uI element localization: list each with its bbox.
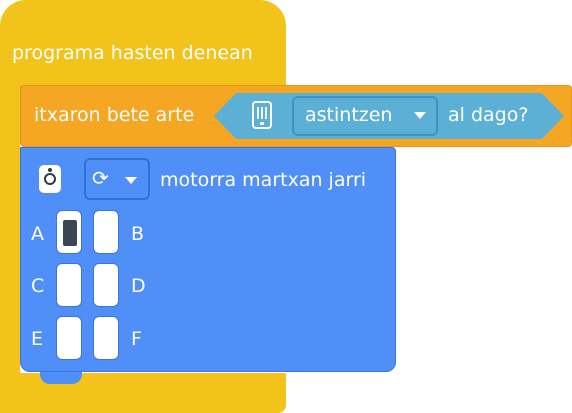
brain-device-icon: [252, 101, 272, 129]
wait-until-label: itxaron bete arte: [34, 104, 195, 126]
chevron-down-icon: [414, 112, 426, 119]
event-block-label: programa hasten denean: [12, 42, 253, 64]
port-label-d: D: [131, 275, 146, 297]
port-label-e: E: [31, 328, 44, 350]
condition-suffix: al dago?: [448, 104, 529, 126]
port-a-toggle[interactable]: [56, 210, 82, 254]
motor-action-label: motorra martxan jarri: [160, 169, 367, 191]
port-f-toggle[interactable]: [93, 316, 119, 360]
port-d-toggle[interactable]: [93, 263, 119, 307]
port-c-toggle[interactable]: [56, 263, 82, 307]
motor-icon: [39, 165, 61, 193]
port-b-toggle[interactable]: [93, 210, 119, 254]
port-selected-indicator: [63, 220, 77, 246]
port-e-toggle[interactable]: [56, 316, 82, 360]
port-label-a: A: [31, 223, 44, 245]
port-label-c: C: [31, 275, 45, 297]
rotate-icon: ⟳: [92, 166, 109, 190]
motor-block-notch: [40, 372, 82, 384]
port-label-f: F: [131, 328, 142, 350]
port-label-b: B: [131, 223, 145, 245]
chevron-down-icon: [125, 177, 137, 184]
condition-dropdown-value: astintzen: [305, 104, 393, 126]
event-block-spine: [0, 60, 20, 413]
